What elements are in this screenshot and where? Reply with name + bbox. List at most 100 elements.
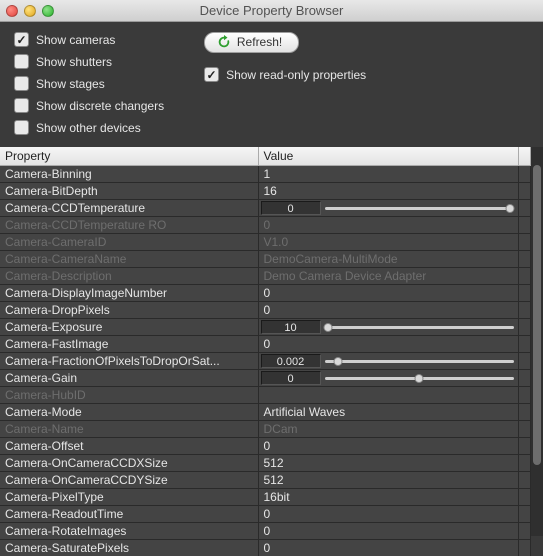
show-readonly-checkbox[interactable]: Show read-only properties [204,67,366,82]
slider-track[interactable] [323,201,516,215]
window-title: Device Property Browser [0,3,543,18]
slider-value-field[interactable]: 0 [261,371,321,385]
row-tail [518,506,530,523]
property-value[interactable]: 512 [261,473,516,487]
checkbox-icon[interactable] [14,120,29,135]
table-row: Camera-OnCameraCCDYSize512 [0,472,530,489]
col-value[interactable]: Value [258,147,518,166]
checkbox-icon[interactable] [14,98,29,113]
checkbox-icon[interactable] [14,54,29,69]
property-value[interactable]: 0 [261,524,516,538]
property-value-cell[interactable]: Artificial Waves [258,404,518,421]
show-other-checkbox[interactable]: Show other devices [14,120,164,135]
row-tail [518,370,530,387]
table-row: Camera-SaturatePixels0 [0,540,530,556]
slider-thumb[interactable] [505,204,514,213]
slider-thumb[interactable] [415,374,424,383]
table-row: Camera-RotateImages0 [0,523,530,540]
row-tail [518,336,530,353]
property-value-cell[interactable]: 512 [258,472,518,489]
row-tail [518,319,530,336]
property-value-cell[interactable]: 0 [258,506,518,523]
row-tail [518,217,530,234]
property-name: Camera-OnCameraCCDXSize [0,455,258,472]
property-name: Camera-Mode [0,404,258,421]
checkbox-icon[interactable] [14,32,29,47]
property-value[interactable]: 0 [261,541,516,555]
row-tail [518,234,530,251]
show-discrete-checkbox[interactable]: Show discrete changers [14,98,164,113]
property-name: Camera-Gain [0,370,258,387]
property-value-cell[interactable]: 0 [258,438,518,455]
slider-control[interactable]: 10 [261,319,516,335]
slider-value-field[interactable]: 10 [261,320,321,334]
slider-control[interactable]: 0 [261,200,516,216]
property-name: Camera-Description [0,268,258,285]
table-row: Camera-DisplayImageNumber0 [0,285,530,302]
row-tail [518,166,530,183]
slider-value-field[interactable]: 0 [261,201,321,215]
property-name: Camera-CCDTemperature [0,200,258,217]
slider-control[interactable]: 0.002 [261,353,516,369]
property-value-cell [258,387,518,404]
row-tail [518,268,530,285]
property-value-cell[interactable]: 0 [258,540,518,556]
slider-thumb[interactable] [333,357,342,366]
property-value-cell[interactable]: 16 [258,183,518,200]
row-tail [518,404,530,421]
show-cameras-checkbox[interactable]: Show cameras [14,32,164,47]
row-tail [518,353,530,370]
show-stages-checkbox[interactable]: Show stages [14,76,164,91]
slider-thumb[interactable] [324,323,333,332]
refresh-button[interactable]: Refresh! [204,32,299,53]
property-value[interactable]: 0 [261,286,516,300]
row-tail [518,472,530,489]
property-value[interactable]: Artificial Waves [261,405,516,419]
slider-control[interactable]: 0 [261,370,516,386]
property-value-cell[interactable]: 0 [258,200,518,217]
row-tail [518,421,530,438]
property-value[interactable]: 1 [261,167,516,181]
property-value[interactable]: 0 [261,439,516,453]
property-value[interactable]: 16bit [261,490,516,504]
property-value-cell[interactable]: 0 [258,370,518,387]
show-shutters-checkbox[interactable]: Show shutters [14,54,164,69]
refresh-icon [217,35,231,49]
property-grid-container: Property Value Camera-Binning1Camera-Bit… [0,147,543,536]
property-value[interactable]: 512 [261,456,516,470]
property-value: DCam [261,422,516,436]
property-value-cell[interactable]: 0 [258,336,518,353]
checkbox-icon[interactable] [204,67,219,82]
table-row: Camera-ModeArtificial Waves [0,404,530,421]
property-value-cell[interactable]: 0 [258,285,518,302]
slider-value-field[interactable]: 0.002 [261,354,321,368]
checkbox-label: Show stages [36,77,105,91]
property-value-cell[interactable]: 512 [258,455,518,472]
table-row: Camera-PixelType16bit [0,489,530,506]
property-value-cell[interactable]: 16bit [258,489,518,506]
property-value[interactable]: 0 [261,337,516,351]
property-value-cell: 0 [258,217,518,234]
property-name: Camera-DropPixels [0,302,258,319]
property-value-cell[interactable]: 10 [258,319,518,336]
property-value[interactable]: 0 [261,507,516,521]
property-value-cell[interactable]: 0 [258,302,518,319]
table-row: Camera-CCDTemperature RO0 [0,217,530,234]
slider-track[interactable] [323,354,516,368]
property-name: Camera-SaturatePixels [0,540,258,556]
table-row: Camera-HubID [0,387,530,404]
property-name: Camera-FastImage [0,336,258,353]
vertical-scrollbar[interactable] [531,147,543,536]
scrollbar-thumb[interactable] [533,165,541,465]
slider-track[interactable] [323,320,516,334]
checkbox-icon[interactable] [14,76,29,91]
slider-track[interactable] [323,371,516,385]
property-value-cell[interactable]: 1 [258,166,518,183]
property-grid: Property Value Camera-Binning1Camera-Bit… [0,147,531,556]
col-property[interactable]: Property [0,147,258,166]
property-value[interactable]: 0 [261,303,516,317]
property-value-cell[interactable]: 0.002 [258,353,518,370]
toolbar: Show cameras Show shutters Show stages S… [0,22,543,147]
property-value-cell[interactable]: 0 [258,523,518,540]
property-value[interactable]: 16 [261,184,516,198]
